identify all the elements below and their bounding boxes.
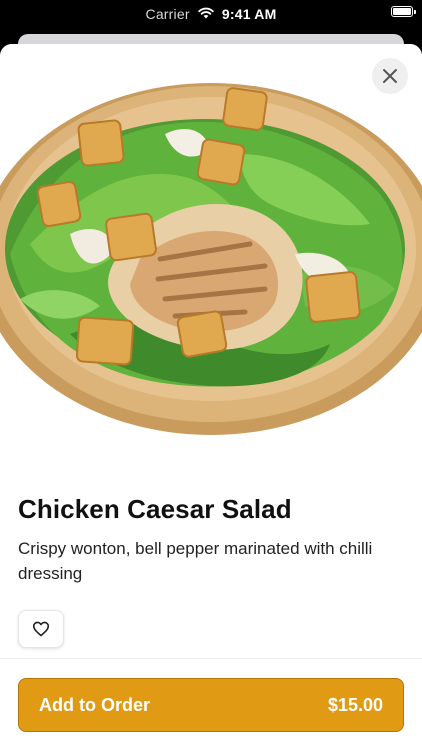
order-price: $15.00 — [327, 694, 383, 715]
clock: 9:41 AM — [221, 6, 277, 23]
heart-icon — [32, 621, 50, 637]
product-title: Chicken Caesar Salad — [18, 494, 292, 524]
add-to-order-label: Add to Order — [39, 694, 150, 715]
product-image — [0, 44, 422, 464]
close-icon — [383, 69, 397, 83]
status-bar: Carrier 9:41 AM — [0, 0, 422, 28]
salad-illustration — [0, 83, 422, 435]
favorite-button[interactable] — [18, 610, 64, 648]
carrier-label: Carrier — [145, 6, 190, 23]
status-center: Carrier 9:41 AM — [0, 5, 422, 22]
product-sheet: Chicken Caesar Salad Crispy wonton, bell… — [0, 44, 422, 750]
add-to-order-button[interactable]: Add to Order $15.00 — [18, 678, 404, 732]
wifi-icon — [198, 6, 214, 22]
divider — [0, 658, 422, 659]
close-button[interactable] — [372, 58, 408, 94]
battery-icon — [391, 6, 416, 17]
product-description: Crispy wonton, bell pepper marinated wit… — [18, 539, 373, 583]
